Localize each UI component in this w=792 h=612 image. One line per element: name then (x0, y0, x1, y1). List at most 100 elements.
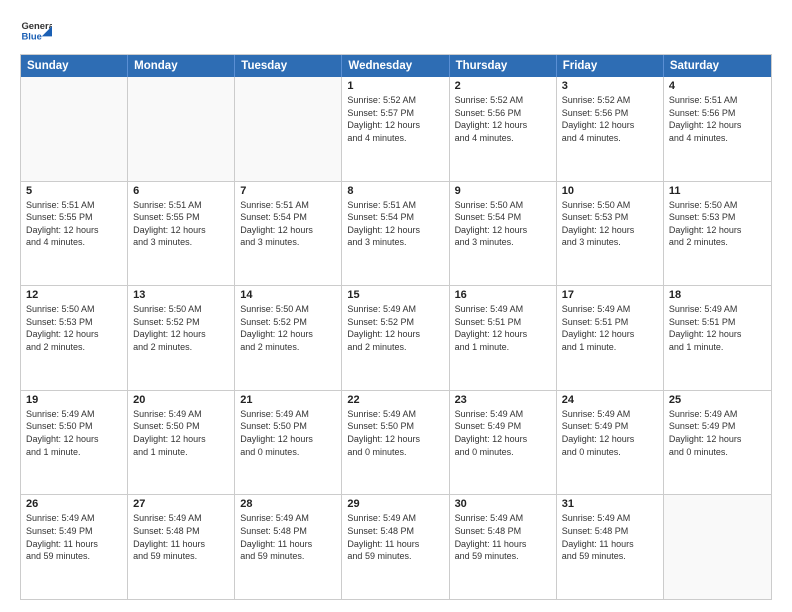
svg-text:Blue: Blue (21, 31, 41, 42)
day-info: Sunrise: 5:49 AMSunset: 5:51 PMDaylight:… (455, 303, 551, 353)
day-number: 5 (26, 185, 122, 197)
day-info: Sunrise: 5:49 AMSunset: 5:50 PMDaylight:… (26, 408, 122, 458)
header: General Blue (20, 16, 772, 48)
day-info: Sunrise: 5:49 AMSunset: 5:49 PMDaylight:… (26, 512, 122, 562)
day-cell: 29 Sunrise: 5:49 AMSunset: 5:48 PMDayligh… (342, 495, 449, 599)
day-info: Sunrise: 5:49 AMSunset: 5:48 PMDaylight:… (133, 512, 229, 562)
day-number: 7 (240, 185, 336, 197)
day-info: Sunrise: 5:50 AMSunset: 5:53 PMDaylight:… (26, 303, 122, 353)
day-cell (664, 495, 771, 599)
day-cell: 5 Sunrise: 5:51 AMSunset: 5:55 PMDaylight… (21, 182, 128, 286)
day-number: 29 (347, 498, 443, 510)
day-number: 1 (347, 80, 443, 92)
day-cell: 21 Sunrise: 5:49 AMSunset: 5:50 PMDayligh… (235, 391, 342, 495)
day-number: 21 (240, 394, 336, 406)
day-number: 6 (133, 185, 229, 197)
day-number: 14 (240, 289, 336, 301)
day-number: 18 (669, 289, 766, 301)
day-cell (235, 77, 342, 181)
day-info: Sunrise: 5:52 AMSunset: 5:56 PMDaylight:… (562, 94, 658, 144)
day-number: 24 (562, 394, 658, 406)
day-number: 31 (562, 498, 658, 510)
day-number: 30 (455, 498, 551, 510)
day-cell: 15 Sunrise: 5:49 AMSunset: 5:52 PMDayligh… (342, 286, 449, 390)
day-info: Sunrise: 5:49 AMSunset: 5:51 PMDaylight:… (669, 303, 766, 353)
col-header-tuesday: Tuesday (235, 55, 342, 77)
day-info: Sunrise: 5:50 AMSunset: 5:53 PMDaylight:… (669, 199, 766, 249)
day-info: Sunrise: 5:49 AMSunset: 5:51 PMDaylight:… (562, 303, 658, 353)
day-info: Sunrise: 5:50 AMSunset: 5:52 PMDaylight:… (240, 303, 336, 353)
day-info: Sunrise: 5:49 AMSunset: 5:48 PMDaylight:… (240, 512, 336, 562)
day-number: 13 (133, 289, 229, 301)
day-info: Sunrise: 5:49 AMSunset: 5:48 PMDaylight:… (455, 512, 551, 562)
day-cell: 30 Sunrise: 5:49 AMSunset: 5:48 PMDayligh… (450, 495, 557, 599)
day-info: Sunrise: 5:50 AMSunset: 5:54 PMDaylight:… (455, 199, 551, 249)
day-number: 20 (133, 394, 229, 406)
week-row-0: 1 Sunrise: 5:52 AMSunset: 5:57 PMDaylight… (21, 77, 771, 182)
day-cell: 9Sunrise: 5:50 AMSunset: 5:54 PMDaylight… (450, 182, 557, 286)
day-number: 11 (669, 185, 766, 197)
day-cell (128, 77, 235, 181)
day-info: Sunrise: 5:50 AMSunset: 5:53 PMDaylight:… (562, 199, 658, 249)
day-cell: 26 Sunrise: 5:49 AMSunset: 5:49 PMDayligh… (21, 495, 128, 599)
col-header-friday: Friday (557, 55, 664, 77)
weeks: 1 Sunrise: 5:52 AMSunset: 5:57 PMDaylight… (21, 77, 771, 599)
day-cell: 6 Sunrise: 5:51 AMSunset: 5:55 PMDaylight… (128, 182, 235, 286)
page: General Blue SundayMondayTuesdayWednesda… (0, 0, 792, 612)
week-row-4: 26 Sunrise: 5:49 AMSunset: 5:49 PMDayligh… (21, 495, 771, 599)
day-cell: 24 Sunrise: 5:49 AMSunset: 5:49 PMDayligh… (557, 391, 664, 495)
svg-text:General: General (21, 21, 52, 32)
day-info: Sunrise: 5:49 AMSunset: 5:52 PMDaylight:… (347, 303, 443, 353)
day-info: Sunrise: 5:49 AMSunset: 5:49 PMDaylight:… (455, 408, 551, 458)
day-number: 28 (240, 498, 336, 510)
day-cell: 18 Sunrise: 5:49 AMSunset: 5:51 PMDayligh… (664, 286, 771, 390)
day-cell: 19 Sunrise: 5:49 AMSunset: 5:50 PMDayligh… (21, 391, 128, 495)
day-number: 19 (26, 394, 122, 406)
day-cell: 12 Sunrise: 5:50 AMSunset: 5:53 PMDayligh… (21, 286, 128, 390)
col-header-wednesday: Wednesday (342, 55, 449, 77)
day-number: 16 (455, 289, 551, 301)
day-info: Sunrise: 5:49 AMSunset: 5:48 PMDaylight:… (347, 512, 443, 562)
day-cell: 13Sunrise: 5:50 AMSunset: 5:52 PMDayligh… (128, 286, 235, 390)
col-header-monday: Monday (128, 55, 235, 77)
week-row-3: 19 Sunrise: 5:49 AMSunset: 5:50 PMDayligh… (21, 391, 771, 496)
day-info: Sunrise: 5:49 AMSunset: 5:49 PMDaylight:… (562, 408, 658, 458)
day-cell: 25Sunrise: 5:49 AMSunset: 5:49 PMDayligh… (664, 391, 771, 495)
day-info: Sunrise: 5:51 AMSunset: 5:56 PMDaylight:… (669, 94, 766, 144)
day-cell: 10 Sunrise: 5:50 AMSunset: 5:53 PMDayligh… (557, 182, 664, 286)
col-header-saturday: Saturday (664, 55, 771, 77)
day-cell: 11 Sunrise: 5:50 AMSunset: 5:53 PMDayligh… (664, 182, 771, 286)
day-number: 12 (26, 289, 122, 301)
logo: General Blue (20, 16, 56, 48)
day-number: 4 (669, 80, 766, 92)
day-number: 27 (133, 498, 229, 510)
day-number: 15 (347, 289, 443, 301)
day-cell: 27 Sunrise: 5:49 AMSunset: 5:48 PMDayligh… (128, 495, 235, 599)
day-info: Sunrise: 5:49 AMSunset: 5:49 PMDaylight:… (669, 408, 766, 458)
day-info: Sunrise: 5:51 AMSunset: 5:55 PMDaylight:… (133, 199, 229, 249)
day-info: Sunrise: 5:52 AMSunset: 5:56 PMDaylight:… (455, 94, 551, 144)
column-headers: SundayMondayTuesdayWednesdayThursdayFrid… (21, 55, 771, 77)
day-number: 3 (562, 80, 658, 92)
day-info: Sunrise: 5:51 AMSunset: 5:54 PMDaylight:… (240, 199, 336, 249)
day-cell: 31 Sunrise: 5:49 AMSunset: 5:48 PMDayligh… (557, 495, 664, 599)
day-cell: 4 Sunrise: 5:51 AMSunset: 5:56 PMDaylight… (664, 77, 771, 181)
day-cell: 20 Sunrise: 5:49 AMSunset: 5:50 PMDayligh… (128, 391, 235, 495)
day-cell: 1 Sunrise: 5:52 AMSunset: 5:57 PMDaylight… (342, 77, 449, 181)
day-info: Sunrise: 5:49 AMSunset: 5:50 PMDaylight:… (240, 408, 336, 458)
day-cell: 8Sunrise: 5:51 AMSunset: 5:54 PMDaylight… (342, 182, 449, 286)
day-info: Sunrise: 5:49 AMSunset: 5:50 PMDaylight:… (133, 408, 229, 458)
col-header-thursday: Thursday (450, 55, 557, 77)
col-header-sunday: Sunday (21, 55, 128, 77)
day-info: Sunrise: 5:52 AMSunset: 5:57 PMDaylight:… (347, 94, 443, 144)
logo-icon: General Blue (20, 16, 52, 48)
calendar: SundayMondayTuesdayWednesdayThursdayFrid… (20, 54, 772, 600)
day-info: Sunrise: 5:51 AMSunset: 5:55 PMDaylight:… (26, 199, 122, 249)
day-number: 17 (562, 289, 658, 301)
day-number: 26 (26, 498, 122, 510)
day-cell: 7 Sunrise: 5:51 AMSunset: 5:54 PMDaylight… (235, 182, 342, 286)
day-number: 22 (347, 394, 443, 406)
day-number: 10 (562, 185, 658, 197)
day-info: Sunrise: 5:51 AMSunset: 5:54 PMDaylight:… (347, 199, 443, 249)
day-info: Sunrise: 5:49 AMSunset: 5:48 PMDaylight:… (562, 512, 658, 562)
